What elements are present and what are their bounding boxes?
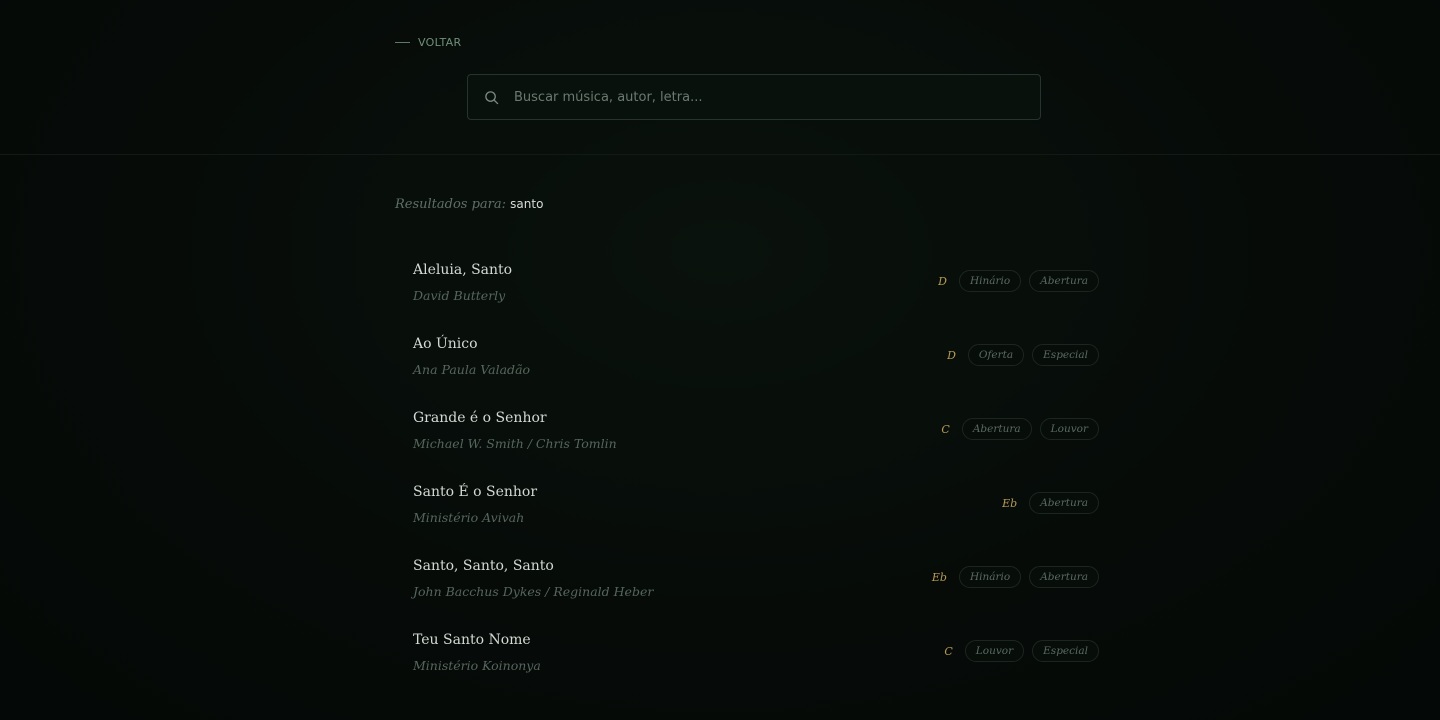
song-key: D (947, 348, 956, 362)
song-author: Ministério Koinonya (413, 658, 541, 673)
result-row[interactable]: Grande é o Senhor Michael W. Smith / Chri… (413, 400, 1099, 474)
song-tag[interactable]: Oferta (967, 344, 1025, 366)
page: VOLTAR Resultados para: santo Aleluia, S… (0, 0, 1440, 720)
header: VOLTAR (0, 0, 1440, 155)
search-icon (483, 89, 499, 105)
song-tag[interactable]: Hinário (958, 270, 1022, 292)
song-title: Santo É o Senhor (413, 484, 538, 500)
song-tag[interactable]: Abertura (1029, 566, 1099, 588)
results-query: santo (510, 197, 544, 211)
song-tag[interactable]: Louvor (1039, 418, 1099, 440)
result-row[interactable]: Santo É o Senhor Ministério Avivah Eb Abert… (413, 474, 1099, 548)
song-tag[interactable]: Abertura (1029, 492, 1099, 514)
song-author: Ana Paula Valadão (413, 362, 531, 377)
song-author: David Butterly (413, 288, 506, 303)
song-meta: D Hinário Abertura (938, 270, 1099, 292)
back-link[interactable]: VOLTAR (395, 34, 461, 50)
result-row[interactable]: Teu Santo Nome Ministério Koinonya C Louvor… (413, 622, 1099, 696)
song-meta: C Abertura Louvor (941, 418, 1099, 440)
song-tag[interactable]: Louvor (964, 640, 1025, 662)
result-row[interactable]: Santo, Santo, Santo John Bacchus Dykes / … (413, 548, 1099, 622)
song-key: D (938, 274, 947, 288)
song-tag[interactable]: Abertura (1029, 270, 1099, 292)
dash-icon (395, 41, 410, 43)
song-title: Santo, Santo, Santo (413, 558, 554, 574)
song-title: Aleluia, Santo (413, 262, 513, 278)
search-box[interactable] (467, 74, 1041, 120)
song-tag[interactable]: Especial (1032, 344, 1099, 366)
search-input[interactable] (512, 74, 1040, 120)
song-tag[interactable]: Abertura (961, 418, 1032, 440)
back-label: VOLTAR (418, 35, 462, 49)
result-row[interactable]: Ao Único Ana Paula Valadão D Oferta Especial (413, 326, 1099, 400)
song-title: Grande é o Senhor (413, 410, 547, 426)
song-key: Eb (1002, 496, 1018, 510)
song-key: C (944, 644, 953, 658)
song-meta: Eb Hinário Abertura (932, 566, 1099, 588)
song-author: John Bacchus Dykes / Reginald Heber (413, 584, 654, 599)
song-author: Michael W. Smith / Chris Tomlin (413, 436, 617, 451)
result-row[interactable]: Aleluia, Santo David Butterly D Hinário Aber… (413, 252, 1099, 326)
song-title: Teu Santo Nome (413, 632, 531, 648)
song-meta: Eb Abertura (1002, 492, 1099, 514)
song-meta: C Louvor Especial (944, 640, 1099, 662)
song-tag[interactable]: Especial (1032, 640, 1099, 662)
song-tag[interactable]: Hinário (958, 566, 1022, 588)
results-label: Resultados para: santo (395, 197, 543, 212)
song-author: Ministério Avivah (413, 510, 525, 525)
results-prefix: Resultados para: (395, 197, 507, 212)
song-key: C (941, 422, 950, 436)
song-title: Ao Único (413, 336, 478, 352)
song-key: Eb (931, 570, 947, 584)
song-meta: D Oferta Especial (947, 344, 1099, 366)
results-list: Aleluia, Santo David Butterly D Hinário Aber… (413, 252, 1099, 696)
